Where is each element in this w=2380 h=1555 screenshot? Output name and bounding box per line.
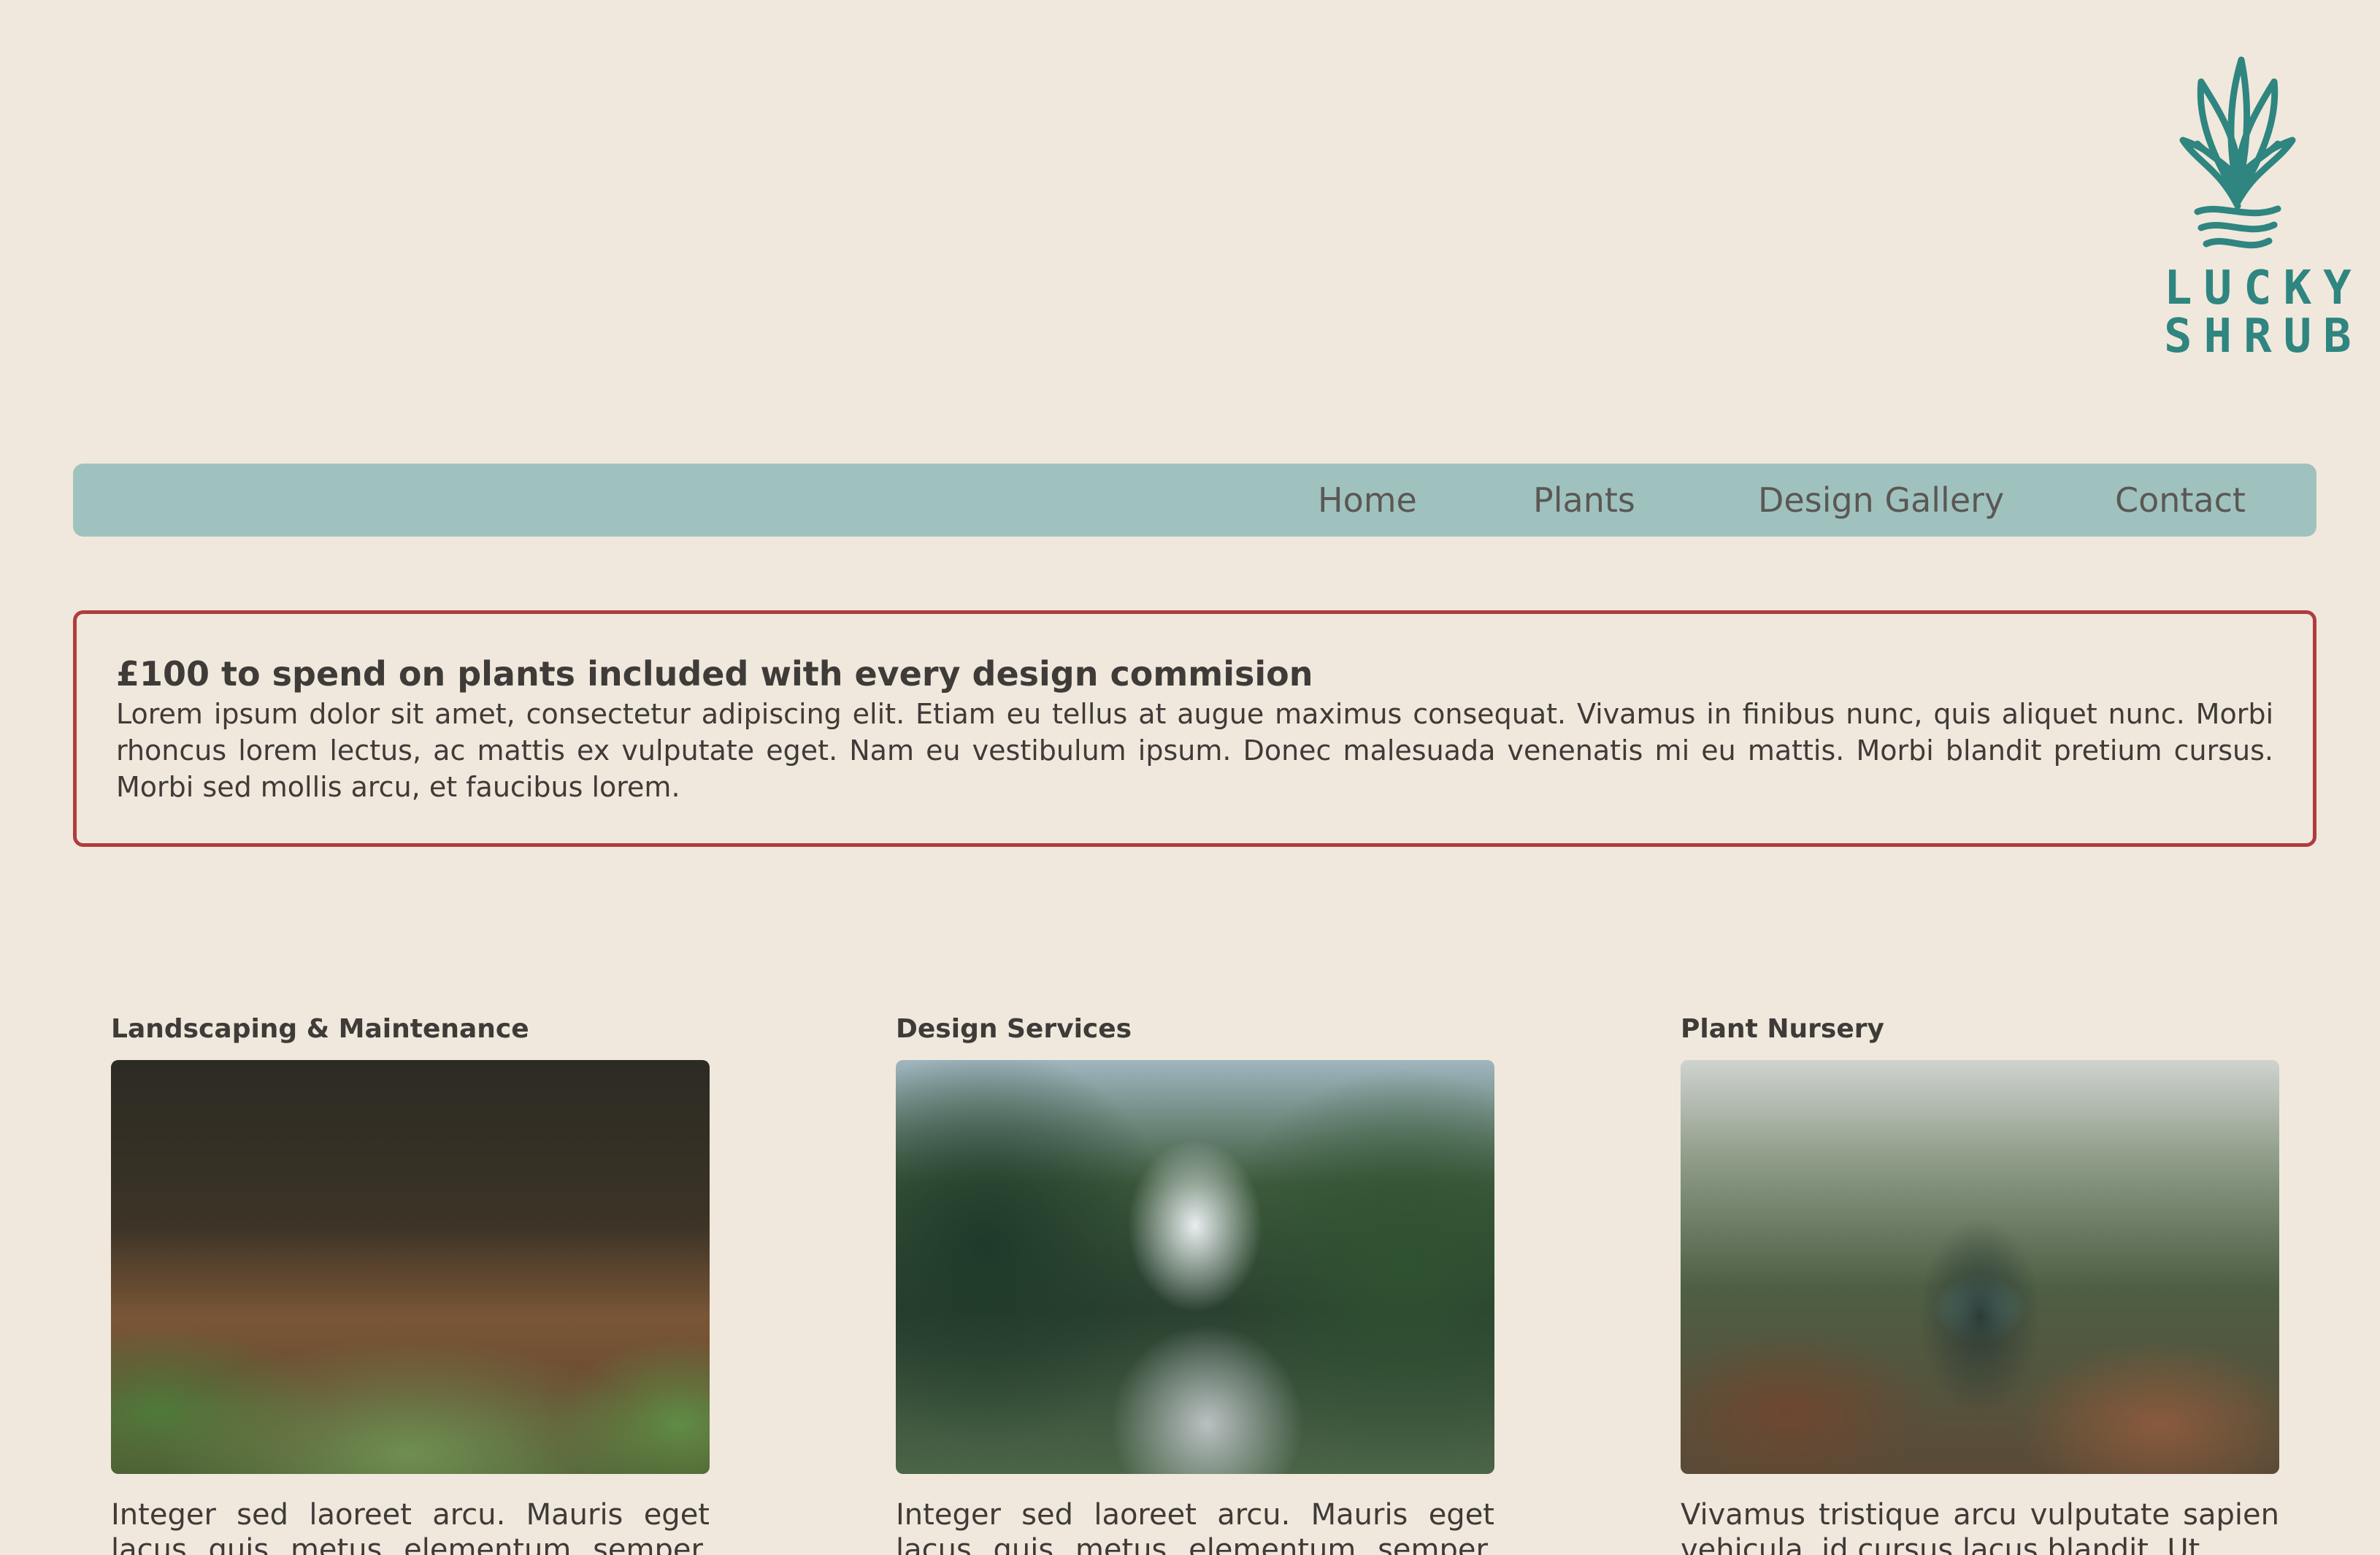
promo-banner: £100 to spend on plants included with ev… — [73, 610, 2316, 847]
service-card-text: Vivamus tristique arcu vulputate sapien … — [1681, 1498, 2279, 1555]
logo[interactable]: LUCKY SHRUB — [2161, 53, 2363, 364]
service-card-text: Integer sed laoreet arcu. Mauris eget la… — [111, 1498, 710, 1555]
service-card-image — [896, 1060, 1494, 1474]
service-card-nursery: Plant Nursery Vivamus tristique arcu vul… — [1681, 1007, 2279, 1555]
nav-link-design-gallery[interactable]: Design Gallery — [1758, 464, 2004, 537]
service-card-title: Landscaping & Maintenance — [111, 1014, 529, 1044]
plant-logo-icon — [2179, 56, 2296, 249]
nav-link-contact[interactable]: Contact — [2115, 464, 2246, 537]
service-card-title: Plant Nursery — [1681, 1014, 1884, 1044]
service-card-image — [1681, 1060, 2279, 1474]
promo-title: £100 to spend on plants included with ev… — [116, 654, 1313, 694]
page: LUCKY SHRUB Home Plants Design Gallery C… — [0, 0, 2380, 1555]
service-card-image — [111, 1060, 710, 1474]
service-card-title: Design Services — [896, 1014, 1132, 1044]
nav-link-home[interactable]: Home — [1318, 464, 1417, 537]
logo-line-2: SHRUB — [2164, 310, 2363, 364]
service-card-text: Integer sed laoreet arcu. Mauris eget la… — [896, 1498, 1494, 1555]
nav-link-plants[interactable]: Plants — [1533, 464, 1635, 537]
main-nav: Home Plants Design Gallery Contact — [73, 464, 2316, 537]
service-card-landscaping: Landscaping & Maintenance Integer sed la… — [111, 1007, 710, 1555]
logo-line-1: LUCKY — [2164, 261, 2363, 315]
logo-wordmark: LUCKY SHRUB — [2161, 261, 2363, 364]
promo-body: Lorem ipsum dolor sit amet, consectetur … — [116, 698, 2273, 803]
service-card-design: Design Services Integer sed laoreet arcu… — [896, 1007, 1494, 1555]
